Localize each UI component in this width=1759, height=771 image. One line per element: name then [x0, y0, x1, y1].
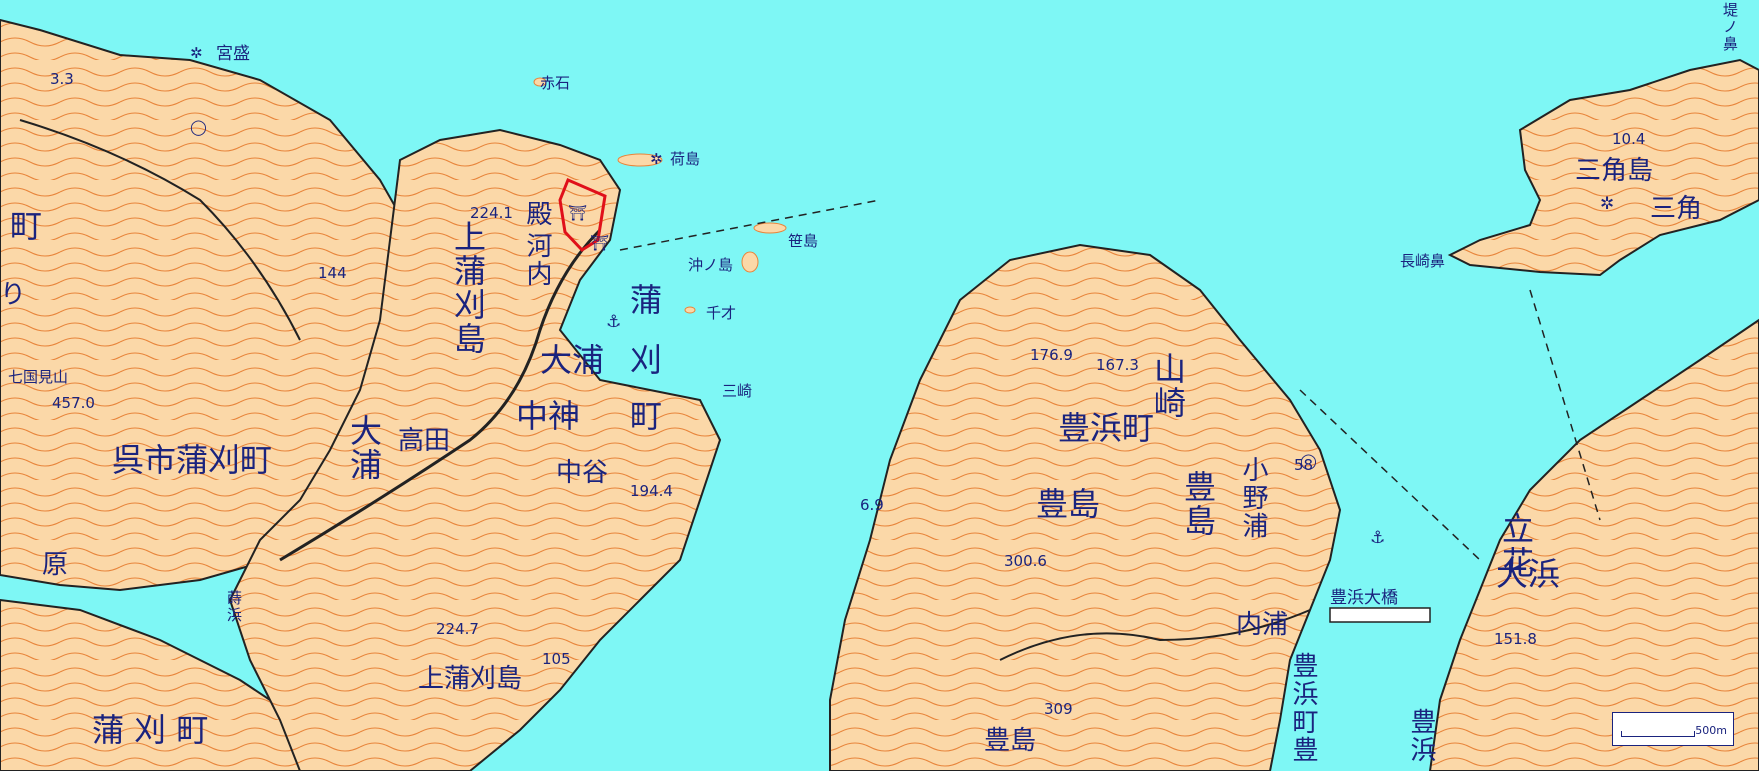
island-right — [1428, 318, 1759, 771]
harbor-anchor-icon: ⚓ — [1370, 528, 1386, 548]
label-miyamori: 宮盛 — [216, 44, 250, 64]
school-icon: ◯ — [190, 118, 207, 136]
label-kawauchi: 河内 — [522, 232, 552, 288]
elevation-176-9: 176.9 — [1030, 346, 1073, 364]
label-toyoshima-bottom: 豊島 — [984, 726, 1037, 756]
islet-chitose — [684, 306, 696, 314]
toyohama-bridge — [1329, 607, 1431, 623]
label-chitose: 千才 — [706, 304, 737, 322]
label-cho-left: 町 — [10, 207, 43, 245]
label-chojin: 中神 — [516, 397, 581, 435]
label-tono: 殿 — [522, 200, 552, 228]
label-toyohama-right: 豊浜 — [1406, 708, 1436, 764]
label-oura-vertical: 大浦 — [345, 414, 383, 482]
label-nagasakibana: 長崎鼻 — [1400, 252, 1446, 270]
land-layer — [0, 18, 1759, 771]
elevation-151-8: 151.8 — [1494, 630, 1537, 648]
label-kari: 刈 — [630, 341, 663, 379]
lighthouse-icon: ✲ — [650, 150, 663, 168]
label-sasajima: 笹島 — [788, 232, 819, 250]
shrine-icon: ⛩ — [568, 204, 588, 222]
islet-sasajima — [753, 222, 787, 234]
label-toyohama-machi: 豊浜町 — [1058, 409, 1155, 447]
label-ohama: 大浜 — [1496, 555, 1561, 593]
label-uchiura: 内浦 — [1236, 610, 1289, 640]
shrine-icon: ⛩ — [590, 234, 610, 252]
label-misumijima: 三角島 — [1575, 156, 1654, 186]
elevation-300-6: 300.6 — [1004, 552, 1047, 570]
label-toyohama-toyo: 豊浜町豊 — [1288, 652, 1318, 764]
topographic-map[interactable]: 宮盛 ✲ 赤石 荷島 笹島 沖ノ島 千才 三崎 堤ノ鼻 三角島 三角 長崎鼻 殿… — [0, 0, 1759, 771]
label-machi: 町 — [630, 397, 663, 435]
label-tatehama: 蒔浜 — [225, 590, 243, 624]
scale-bar: 500m — [1612, 712, 1734, 746]
elevation-3-3: 3.3 — [50, 70, 74, 88]
scale-bar-line — [1621, 731, 1695, 737]
label-onoura: 小野浦 — [1238, 456, 1268, 540]
elevation-309: 309 — [1044, 700, 1073, 718]
label-kamikamagarijima: 上蒲刈島 — [418, 664, 523, 694]
elevation-224-1: 224.1 — [470, 204, 513, 222]
label-toyoshima-main: 豊島 — [1036, 485, 1101, 523]
elevation-167-3: 167.3 — [1096, 356, 1139, 374]
label-tsutsumi: 堤ノ鼻 — [1721, 2, 1739, 53]
label-oura-top: 大浦 — [540, 341, 605, 379]
elevation-224-7: 224.7 — [436, 620, 479, 638]
ferry-route-1 — [619, 199, 881, 251]
lighthouse-icon: ✲ — [1600, 194, 1615, 214]
label-akaishi: 赤石 — [540, 74, 571, 92]
scale-bar-label: 500m — [1695, 724, 1727, 737]
harbor-anchor-icon: ⚓ — [606, 312, 622, 332]
label-kamagari-machi: 蒲 刈 町 — [92, 711, 209, 749]
elevation-457-0: 457.0 — [52, 394, 95, 412]
label-misaki: 三崎 — [722, 382, 753, 400]
elevation-194-4: 194.4 — [630, 482, 673, 500]
label-yamazaki: 山崎 — [1149, 352, 1187, 420]
lighthouse-icon: ✲ — [190, 44, 203, 62]
label-ri-left: り — [0, 280, 27, 310]
label-misumi: 三角 — [1650, 194, 1703, 224]
label-takata: 高田 — [398, 426, 451, 456]
label-kamikamagari-vertical: 上蒲刈島 — [449, 220, 487, 356]
elevation-105: 105 — [542, 650, 571, 668]
label-kama: 蒲 — [630, 281, 663, 319]
label-toyoshima-vertical: 豊島 — [1179, 470, 1217, 538]
islet-okinoshima — [741, 251, 759, 273]
label-shichikokumiyama: 七国見山 — [8, 368, 69, 386]
label-hara: 原 — [42, 550, 69, 580]
label-nishima: 荷島 — [670, 150, 701, 168]
label-okinoshima: 沖ノ島 — [688, 256, 734, 274]
school-icon: ◯ — [1300, 452, 1317, 470]
label-toyohama-bridge: 豊浜大橋 — [1330, 588, 1398, 608]
label-nakaya: 中谷 — [556, 458, 609, 488]
elevation-10-4: 10.4 — [1612, 130, 1646, 148]
elevation-6-9: 6.9 — [860, 496, 884, 514]
elevation-144: 144 — [318, 264, 347, 282]
label-kure-kamagari: 呉市蒲刈町 — [112, 441, 273, 479]
